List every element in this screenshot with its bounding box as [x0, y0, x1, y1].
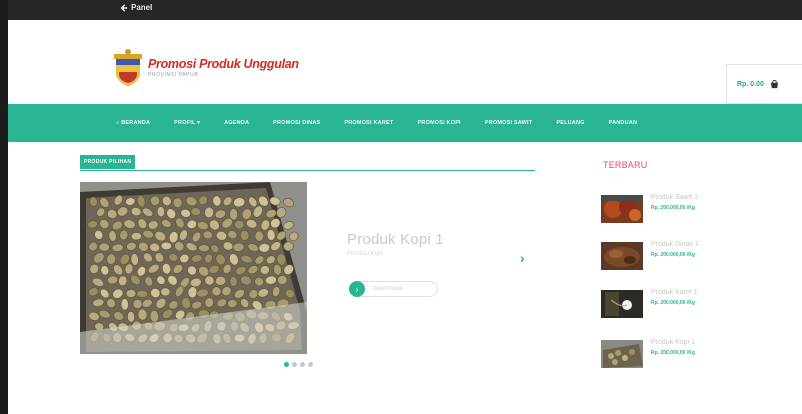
admin-topbar: Panel [8, 0, 802, 20]
slide-dot-4[interactable] [308, 362, 313, 367]
nav-item-peluang[interactable]: PELUANG [544, 120, 596, 126]
latest-product-item[interactable]: Produk Karet 1 Rp. 200.000,00 /Kg [601, 288, 751, 320]
cart-total: Rp. 0.00 [737, 80, 764, 88]
featured-section-divider [80, 170, 535, 171]
brand-title: Promosi Produk Unggulan [148, 57, 299, 72]
coffee-beans-image[interactable] [80, 182, 307, 354]
slide-dot-3[interactable] [300, 362, 305, 367]
featured-section-label: PRODUK PILIHAN [80, 155, 136, 169]
slide-indicators [284, 362, 313, 367]
product-name: Produk Dinas 1 [651, 241, 699, 248]
panel-link-label: Panel [131, 3, 153, 12]
nav-item-panduan[interactable]: PANDUAN [597, 120, 650, 126]
slide-dot-1[interactable] [284, 362, 289, 367]
site-logo[interactable]: Promosi Produk Unggulan PROVINSI PAPUA [110, 48, 299, 88]
window-left-border [0, 0, 8, 414]
coffee-beans-thumbnail [601, 340, 643, 368]
arrow-right-circle-icon: › [349, 281, 365, 297]
palm-fruit-thumbnail [601, 195, 643, 223]
nav-item-beranda[interactable]: ⌂ BERANDA [106, 120, 162, 126]
slide-title: Produk Kopi 1 [347, 231, 444, 248]
product-price: Rp. 200.000,00 /Kg [651, 350, 695, 356]
rubber-tapping-thumbnail [601, 290, 643, 318]
panel-link[interactable]: Panel [120, 3, 152, 12]
nav-item-promosi-sawit[interactable]: PROMOSI SAWIT [473, 120, 545, 126]
site-header: Promosi Produk Unggulan PROVINSI PAPUA R… [8, 20, 802, 104]
cart-button[interactable]: Rp. 0.00 0 [726, 64, 802, 104]
nav-item-promosi-kopi[interactable]: PROMOSI KOPI [405, 120, 472, 126]
slide-subtitle: Promosi Kopi [347, 251, 383, 257]
nav-item-promosi-karet[interactable]: PROMOSI KARET [332, 120, 405, 126]
nav-item-agenda[interactable]: AGENDA [212, 120, 261, 126]
detail-product-button[interactable]: › Detail Produk [349, 281, 438, 297]
brand-subtitle: PROVINSI PAPUA [148, 71, 199, 78]
product-name: Produk Sawit 1 [651, 194, 699, 201]
product-price: Rp. 200.000,00 /Kg [651, 205, 695, 211]
product-name: Produk Kopi 1 [651, 339, 695, 346]
papua-emblem-icon [114, 49, 142, 86]
slide-next-arrow-icon[interactable]: › [520, 250, 525, 266]
latest-products-title: TERBARU [603, 160, 648, 170]
latest-product-item[interactable]: Produk Kopi 1 Rp. 200.000,00 /Kg [601, 338, 751, 370]
coffee-beans-picture [80, 182, 307, 354]
main-navigation: ⌂ BERANDA PROFIL ▾ AGENDA PROMOSI DINAS … [8, 104, 802, 142]
arrow-left-icon [120, 3, 128, 12]
dried-goods-thumbnail [601, 242, 643, 270]
latest-product-item[interactable]: Produk Sawit 1 Rp. 200.000,00 /Kg [601, 193, 751, 225]
nav-item-profil[interactable]: PROFIL ▾ [162, 120, 212, 126]
shopping-bag-icon [770, 79, 778, 88]
product-name: Produk Karet 1 [651, 289, 698, 296]
slide-dot-2[interactable] [292, 362, 297, 367]
product-price: Rp. 200.000,00 /Kg [651, 300, 695, 306]
detail-product-label: Detail Produk [373, 286, 404, 292]
nav-item-promosi-dinas[interactable]: PROMOSI DINAS [261, 120, 332, 126]
product-price: Rp. 200.000,00 /Kg [651, 252, 695, 258]
latest-product-item[interactable]: Produk Dinas 1 Rp. 200.000,00 /Kg [601, 240, 751, 272]
